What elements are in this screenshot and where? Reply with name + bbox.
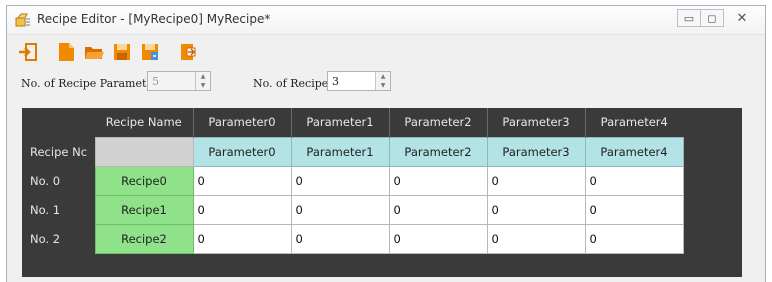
column-header-parameter0[interactable]: Parameter0 bbox=[192, 108, 291, 137]
num-recipe-label: No. of Recipe bbox=[253, 77, 329, 90]
table-row: No. 0 Recipe0 0 0 0 0 0 bbox=[22, 165, 684, 196]
new-button[interactable] bbox=[53, 39, 79, 65]
column-header-parameter4[interactable]: Parameter4 bbox=[584, 108, 683, 137]
save-icon bbox=[114, 44, 130, 60]
toolbar bbox=[7, 35, 765, 69]
window-title: Recipe Editor - [MyRecipe0] MyRecipe* bbox=[37, 12, 271, 26]
corner-cell bbox=[22, 108, 95, 137]
close-icon: ✕ bbox=[736, 10, 748, 26]
import-icon bbox=[19, 43, 37, 61]
value-cell[interactable]: 0 bbox=[486, 194, 586, 225]
save-as-button[interactable] bbox=[137, 39, 163, 65]
recipe-name-cell[interactable]: Recipe2 bbox=[94, 223, 194, 254]
num-params-value: 5 bbox=[152, 75, 159, 88]
maximize-button[interactable]: ◻ bbox=[700, 9, 724, 27]
export-button[interactable] bbox=[175, 39, 201, 65]
num-params-spin-arrows[interactable]: ▲ ▼ bbox=[195, 72, 210, 90]
param-name-cell[interactable]: Parameter3 bbox=[486, 136, 586, 167]
maximize-icon: ◻ bbox=[707, 11, 717, 25]
value-cell[interactable]: 0 bbox=[584, 165, 684, 196]
value-cell[interactable]: 0 bbox=[290, 194, 390, 225]
recipe-grid: Recipe Name Parameter0 Parameter1 Parame… bbox=[22, 108, 742, 277]
save-as-icon bbox=[142, 44, 158, 60]
import-button[interactable] bbox=[15, 39, 41, 65]
num-recipe-spinner[interactable]: 3 ▲ ▼ bbox=[327, 71, 391, 91]
row-header[interactable]: No. 2 bbox=[22, 224, 95, 253]
export-icon bbox=[181, 44, 196, 60]
value-cell[interactable]: 0 bbox=[192, 165, 292, 196]
open-folder-icon bbox=[85, 47, 104, 59]
value-cell[interactable]: 0 bbox=[192, 223, 292, 254]
row-header[interactable]: No. 0 bbox=[22, 166, 95, 195]
param-name-cell[interactable]: Parameter1 bbox=[290, 136, 390, 167]
minimize-button[interactable]: ▭ bbox=[677, 9, 701, 27]
title-bar[interactable]: Recipe Editor - [MyRecipe0] MyRecipe* ▭ … bbox=[7, 6, 765, 35]
param-name-cell[interactable]: Parameter2 bbox=[388, 136, 488, 167]
table-row: No. 2 Recipe2 0 0 0 0 0 bbox=[22, 223, 684, 254]
spin-down-icon[interactable]: ▼ bbox=[381, 81, 386, 90]
param-name-cell[interactable]: Parameter0 bbox=[192, 136, 292, 167]
param-name-blank-cell bbox=[94, 136, 194, 167]
row-header[interactable]: No. 1 bbox=[22, 195, 95, 224]
recipe-app-icon bbox=[15, 13, 30, 27]
column-header-parameter2[interactable]: Parameter2 bbox=[388, 108, 487, 137]
num-recipe-value: 3 bbox=[332, 75, 339, 88]
grid-header-row: Recipe Name Parameter0 Parameter1 Parame… bbox=[22, 108, 683, 137]
spin-up-icon[interactable]: ▲ bbox=[201, 72, 206, 81]
row-header-recipe-no: Recipe Nc bbox=[22, 137, 95, 166]
recipe-name-cell[interactable]: Recipe0 bbox=[94, 165, 194, 196]
open-button[interactable] bbox=[81, 39, 107, 65]
spin-up-icon[interactable]: ▲ bbox=[381, 72, 386, 81]
num-params-spinner[interactable]: 5 ▲ ▼ bbox=[147, 71, 211, 91]
value-cell[interactable]: 0 bbox=[486, 223, 586, 254]
close-button[interactable]: ✕ bbox=[723, 9, 761, 27]
param-name-row: Recipe Nc Parameter0 Parameter1 Paramete… bbox=[22, 136, 684, 167]
value-cell[interactable]: 0 bbox=[584, 223, 684, 254]
value-cell[interactable]: 0 bbox=[290, 165, 390, 196]
spin-down-icon[interactable]: ▼ bbox=[201, 81, 206, 90]
recipe-parameters-bar: No. of Recipe Parameters 5 ▲ ▼ No. of Re… bbox=[7, 69, 765, 97]
save-button[interactable] bbox=[109, 39, 135, 65]
column-header-parameter3[interactable]: Parameter3 bbox=[486, 108, 585, 137]
column-header-parameter1[interactable]: Parameter1 bbox=[290, 108, 389, 137]
value-cell[interactable]: 0 bbox=[192, 194, 292, 225]
num-recipe-spin-arrows[interactable]: ▲ ▼ bbox=[375, 72, 390, 90]
value-cell[interactable]: 0 bbox=[486, 165, 586, 196]
param-name-cell[interactable]: Parameter4 bbox=[584, 136, 684, 167]
recipe-table: Recipe Name Parameter0 Parameter1 Parame… bbox=[22, 108, 684, 254]
value-cell[interactable]: 0 bbox=[388, 165, 488, 196]
new-file-icon bbox=[59, 43, 74, 61]
recipe-name-cell[interactable]: Recipe1 bbox=[94, 194, 194, 225]
column-header-recipe-name[interactable]: Recipe Name bbox=[95, 108, 193, 137]
value-cell[interactable]: 0 bbox=[290, 223, 390, 254]
value-cell[interactable]: 0 bbox=[584, 194, 684, 225]
value-cell[interactable]: 0 bbox=[388, 223, 488, 254]
num-params-label: No. of Recipe Parameters bbox=[21, 77, 164, 90]
value-cell[interactable]: 0 bbox=[388, 194, 488, 225]
minimize-icon: ▭ bbox=[683, 11, 695, 25]
table-row: No. 1 Recipe1 0 0 0 0 0 bbox=[22, 194, 684, 225]
